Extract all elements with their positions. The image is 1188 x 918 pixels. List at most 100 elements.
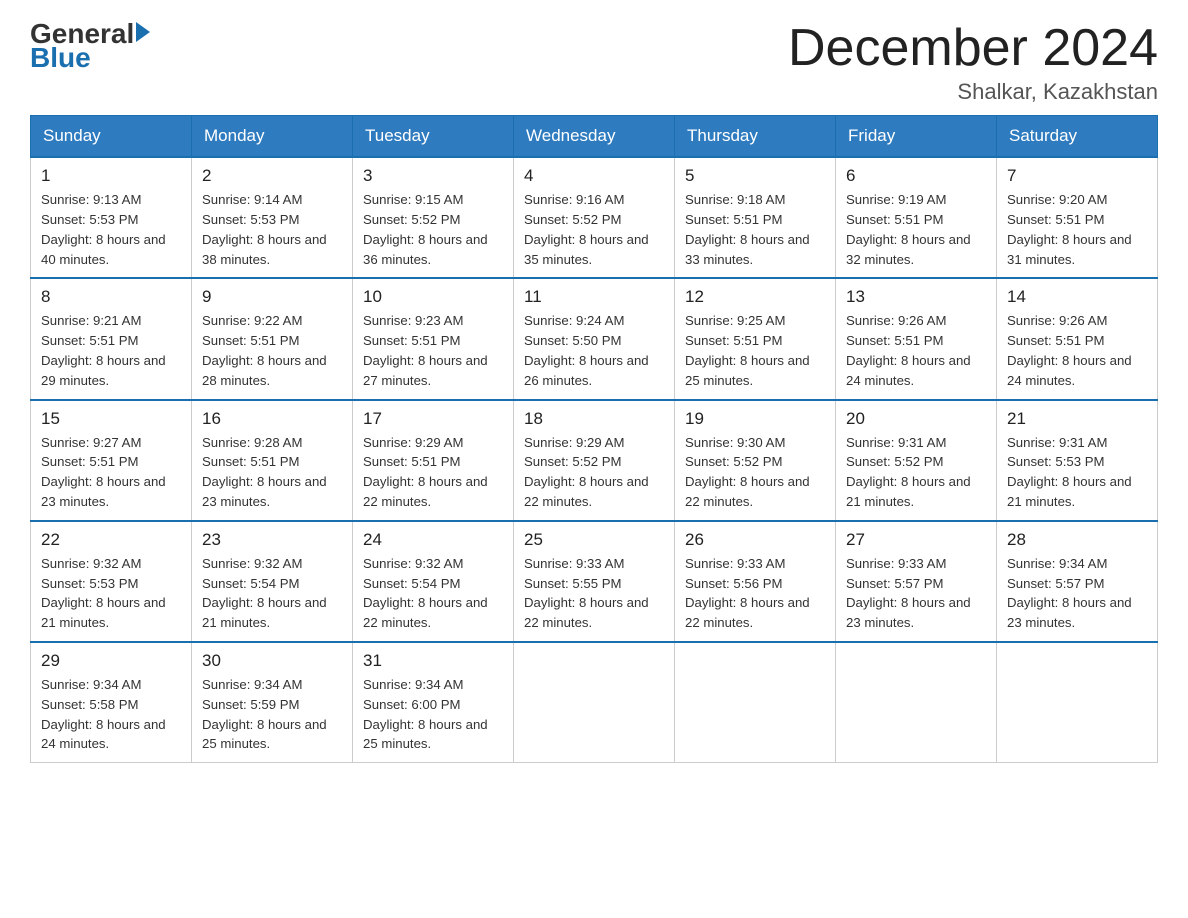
day-info: Sunrise: 9:28 AMSunset: 5:51 PMDaylight:…: [202, 435, 327, 509]
calendar-cell: 18 Sunrise: 9:29 AMSunset: 5:52 PMDaylig…: [514, 400, 675, 521]
day-number: 5: [685, 166, 825, 186]
day-number: 22: [41, 530, 181, 550]
calendar-cell: 1 Sunrise: 9:13 AMSunset: 5:53 PMDayligh…: [31, 157, 192, 278]
calendar-cell: [836, 642, 997, 763]
col-saturday: Saturday: [997, 116, 1158, 158]
day-number: 13: [846, 287, 986, 307]
calendar-cell: 23 Sunrise: 9:32 AMSunset: 5:54 PMDaylig…: [192, 521, 353, 642]
day-info: Sunrise: 9:16 AMSunset: 5:52 PMDaylight:…: [524, 192, 649, 266]
day-number: 9: [202, 287, 342, 307]
calendar-cell: 24 Sunrise: 9:32 AMSunset: 5:54 PMDaylig…: [353, 521, 514, 642]
calendar-cell: 25 Sunrise: 9:33 AMSunset: 5:55 PMDaylig…: [514, 521, 675, 642]
day-number: 14: [1007, 287, 1147, 307]
day-number: 8: [41, 287, 181, 307]
day-info: Sunrise: 9:20 AMSunset: 5:51 PMDaylight:…: [1007, 192, 1132, 266]
location-subtitle: Shalkar, Kazakhstan: [788, 79, 1158, 105]
logo: General Blue: [30, 20, 150, 74]
col-monday: Monday: [192, 116, 353, 158]
calendar-cell: 6 Sunrise: 9:19 AMSunset: 5:51 PMDayligh…: [836, 157, 997, 278]
day-number: 12: [685, 287, 825, 307]
day-info: Sunrise: 9:33 AMSunset: 5:57 PMDaylight:…: [846, 556, 971, 630]
day-number: 4: [524, 166, 664, 186]
day-info: Sunrise: 9:29 AMSunset: 5:51 PMDaylight:…: [363, 435, 488, 509]
day-number: 29: [41, 651, 181, 671]
calendar-cell: 8 Sunrise: 9:21 AMSunset: 5:51 PMDayligh…: [31, 278, 192, 399]
day-info: Sunrise: 9:32 AMSunset: 5:53 PMDaylight:…: [41, 556, 166, 630]
calendar-cell: 14 Sunrise: 9:26 AMSunset: 5:51 PMDaylig…: [997, 278, 1158, 399]
day-number: 11: [524, 287, 664, 307]
calendar-cell: 27 Sunrise: 9:33 AMSunset: 5:57 PMDaylig…: [836, 521, 997, 642]
day-number: 21: [1007, 409, 1147, 429]
day-info: Sunrise: 9:32 AMSunset: 5:54 PMDaylight:…: [363, 556, 488, 630]
col-sunday: Sunday: [31, 116, 192, 158]
calendar-cell: 3 Sunrise: 9:15 AMSunset: 5:52 PMDayligh…: [353, 157, 514, 278]
day-number: 2: [202, 166, 342, 186]
day-number: 3: [363, 166, 503, 186]
calendar-cell: 7 Sunrise: 9:20 AMSunset: 5:51 PMDayligh…: [997, 157, 1158, 278]
calendar-cell: 17 Sunrise: 9:29 AMSunset: 5:51 PMDaylig…: [353, 400, 514, 521]
day-number: 6: [846, 166, 986, 186]
day-info: Sunrise: 9:32 AMSunset: 5:54 PMDaylight:…: [202, 556, 327, 630]
day-info: Sunrise: 9:19 AMSunset: 5:51 PMDaylight:…: [846, 192, 971, 266]
calendar-cell: 20 Sunrise: 9:31 AMSunset: 5:52 PMDaylig…: [836, 400, 997, 521]
calendar-cell: 11 Sunrise: 9:24 AMSunset: 5:50 PMDaylig…: [514, 278, 675, 399]
day-number: 10: [363, 287, 503, 307]
calendar-cell: [514, 642, 675, 763]
day-info: Sunrise: 9:18 AMSunset: 5:51 PMDaylight:…: [685, 192, 810, 266]
day-number: 1: [41, 166, 181, 186]
day-info: Sunrise: 9:26 AMSunset: 5:51 PMDaylight:…: [1007, 313, 1132, 387]
calendar-header-row: Sunday Monday Tuesday Wednesday Thursday…: [31, 116, 1158, 158]
calendar-cell: 21 Sunrise: 9:31 AMSunset: 5:53 PMDaylig…: [997, 400, 1158, 521]
day-number: 20: [846, 409, 986, 429]
col-wednesday: Wednesday: [514, 116, 675, 158]
week-row-1: 1 Sunrise: 9:13 AMSunset: 5:53 PMDayligh…: [31, 157, 1158, 278]
calendar-cell: 30 Sunrise: 9:34 AMSunset: 5:59 PMDaylig…: [192, 642, 353, 763]
week-row-2: 8 Sunrise: 9:21 AMSunset: 5:51 PMDayligh…: [31, 278, 1158, 399]
day-info: Sunrise: 9:13 AMSunset: 5:53 PMDaylight:…: [41, 192, 166, 266]
calendar-cell: 9 Sunrise: 9:22 AMSunset: 5:51 PMDayligh…: [192, 278, 353, 399]
calendar-cell: 4 Sunrise: 9:16 AMSunset: 5:52 PMDayligh…: [514, 157, 675, 278]
day-info: Sunrise: 9:34 AMSunset: 5:57 PMDaylight:…: [1007, 556, 1132, 630]
day-number: 31: [363, 651, 503, 671]
calendar-cell: 31 Sunrise: 9:34 AMSunset: 6:00 PMDaylig…: [353, 642, 514, 763]
calendar-cell: 16 Sunrise: 9:28 AMSunset: 5:51 PMDaylig…: [192, 400, 353, 521]
calendar-cell: 19 Sunrise: 9:30 AMSunset: 5:52 PMDaylig…: [675, 400, 836, 521]
day-info: Sunrise: 9:30 AMSunset: 5:52 PMDaylight:…: [685, 435, 810, 509]
calendar-cell: 5 Sunrise: 9:18 AMSunset: 5:51 PMDayligh…: [675, 157, 836, 278]
page-header: General Blue December 2024 Shalkar, Kaza…: [30, 20, 1158, 105]
day-info: Sunrise: 9:34 AMSunset: 5:59 PMDaylight:…: [202, 677, 327, 751]
day-number: 24: [363, 530, 503, 550]
day-number: 15: [41, 409, 181, 429]
logo-blue: Blue: [30, 42, 150, 74]
calendar-cell: 29 Sunrise: 9:34 AMSunset: 5:58 PMDaylig…: [31, 642, 192, 763]
day-info: Sunrise: 9:23 AMSunset: 5:51 PMDaylight:…: [363, 313, 488, 387]
day-info: Sunrise: 9:26 AMSunset: 5:51 PMDaylight:…: [846, 313, 971, 387]
day-info: Sunrise: 9:22 AMSunset: 5:51 PMDaylight:…: [202, 313, 327, 387]
day-info: Sunrise: 9:27 AMSunset: 5:51 PMDaylight:…: [41, 435, 166, 509]
col-friday: Friday: [836, 116, 997, 158]
day-number: 27: [846, 530, 986, 550]
day-number: 25: [524, 530, 664, 550]
day-info: Sunrise: 9:29 AMSunset: 5:52 PMDaylight:…: [524, 435, 649, 509]
calendar-table: Sunday Monday Tuesday Wednesday Thursday…: [30, 115, 1158, 763]
day-info: Sunrise: 9:33 AMSunset: 5:55 PMDaylight:…: [524, 556, 649, 630]
calendar-cell: [997, 642, 1158, 763]
calendar-cell: 13 Sunrise: 9:26 AMSunset: 5:51 PMDaylig…: [836, 278, 997, 399]
day-number: 18: [524, 409, 664, 429]
month-year-title: December 2024: [788, 20, 1158, 77]
calendar-cell: 10 Sunrise: 9:23 AMSunset: 5:51 PMDaylig…: [353, 278, 514, 399]
day-info: Sunrise: 9:21 AMSunset: 5:51 PMDaylight:…: [41, 313, 166, 387]
day-info: Sunrise: 9:31 AMSunset: 5:52 PMDaylight:…: [846, 435, 971, 509]
day-info: Sunrise: 9:15 AMSunset: 5:52 PMDaylight:…: [363, 192, 488, 266]
day-info: Sunrise: 9:33 AMSunset: 5:56 PMDaylight:…: [685, 556, 810, 630]
day-number: 26: [685, 530, 825, 550]
day-info: Sunrise: 9:34 AMSunset: 5:58 PMDaylight:…: [41, 677, 166, 751]
day-number: 17: [363, 409, 503, 429]
day-info: Sunrise: 9:34 AMSunset: 6:00 PMDaylight:…: [363, 677, 488, 751]
week-row-3: 15 Sunrise: 9:27 AMSunset: 5:51 PMDaylig…: [31, 400, 1158, 521]
col-tuesday: Tuesday: [353, 116, 514, 158]
calendar-cell: 22 Sunrise: 9:32 AMSunset: 5:53 PMDaylig…: [31, 521, 192, 642]
calendar-cell: [675, 642, 836, 763]
day-number: 7: [1007, 166, 1147, 186]
day-info: Sunrise: 9:24 AMSunset: 5:50 PMDaylight:…: [524, 313, 649, 387]
